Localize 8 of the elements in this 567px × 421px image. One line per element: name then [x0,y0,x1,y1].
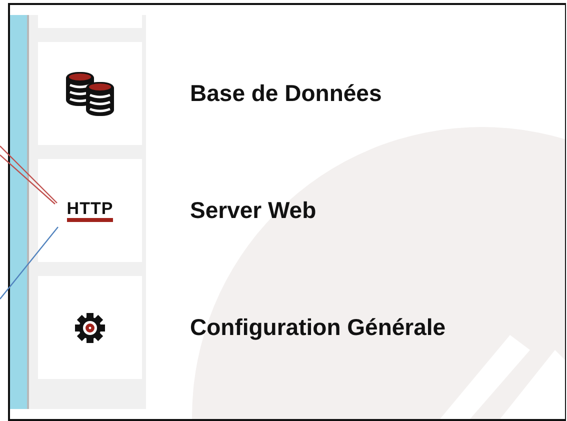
menu-tile[interactable] [38,42,142,145]
menu-label[interactable]: Server Web [190,197,316,224]
gear-icon [74,312,106,344]
leader-line [0,146,58,204]
menu-tile[interactable]: HTTP [38,159,142,262]
menu-label[interactable]: Configuration Générale [190,314,446,341]
menu-label[interactable]: Base de Données [190,80,382,107]
menu-tile[interactable] [38,276,142,379]
